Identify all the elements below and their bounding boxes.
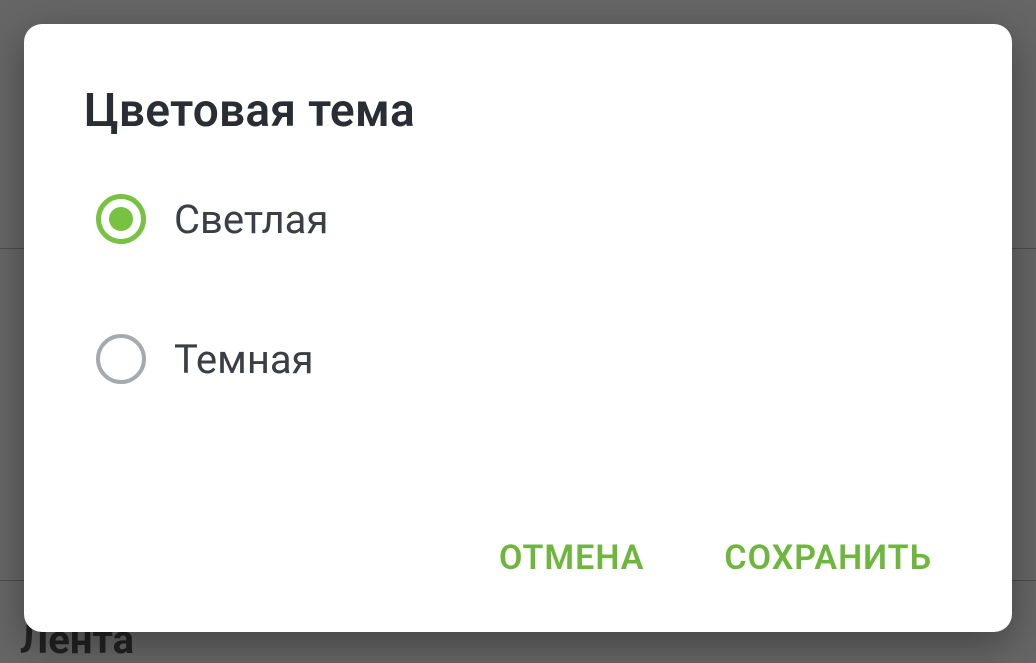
theme-dialog: Цветовая тема Светлая Темная ОТМЕНА СОХР… (24, 24, 1012, 632)
radio-group: Светлая Темная (84, 194, 952, 538)
radio-unselected-icon (96, 334, 146, 384)
save-button[interactable]: СОХРАНИТЬ (724, 538, 932, 578)
radio-option-dark[interactable]: Темная (96, 334, 952, 384)
radio-selected-icon (96, 194, 146, 244)
dialog-title: Цветовая тема (84, 84, 952, 138)
radio-option-light[interactable]: Светлая (96, 194, 952, 244)
radio-label: Светлая (174, 196, 328, 243)
dialog-actions: ОТМЕНА СОХРАНИТЬ (84, 538, 952, 592)
radio-label: Темная (174, 336, 314, 383)
cancel-button[interactable]: ОТМЕНА (499, 538, 644, 578)
